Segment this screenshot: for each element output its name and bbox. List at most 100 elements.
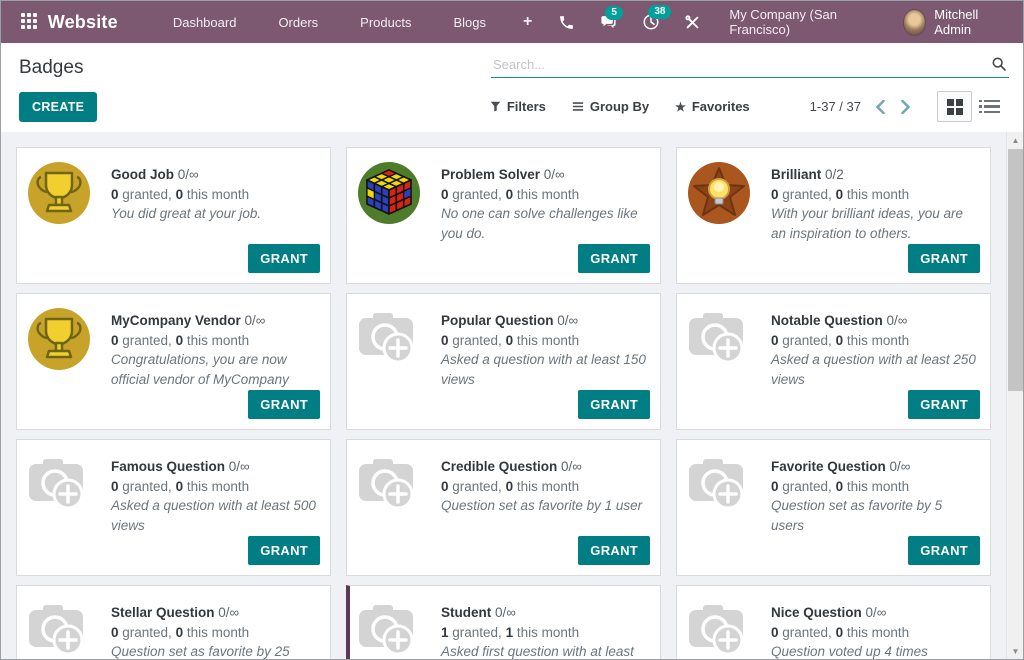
kanban-content-area: Good Job 0/∞ 0 granted, 0 this month You… bbox=[1, 132, 1023, 659]
badge-description: Asked a question with at least 500 views bbox=[111, 496, 318, 535]
badge-card[interactable]: Notable Question 0/∞ 0 granted, 0 this m… bbox=[676, 293, 991, 430]
grant-button[interactable]: GRANT bbox=[908, 536, 980, 565]
grant-button[interactable]: GRANT bbox=[578, 536, 650, 565]
image-placeholder-icon bbox=[687, 303, 771, 389]
activities-clock-icon[interactable]: 38 bbox=[632, 7, 670, 37]
list-view-button[interactable] bbox=[972, 91, 1007, 122]
badge-count: 0/∞ bbox=[890, 459, 911, 474]
pager-next-icon[interactable] bbox=[900, 100, 911, 114]
pager-previous-icon[interactable] bbox=[875, 100, 886, 114]
menu-orders[interactable]: Orders bbox=[257, 1, 339, 43]
badge-granted-stats: 0 granted, 0 this month bbox=[111, 185, 318, 205]
badge-description: Question set as favorite by 1 user bbox=[441, 496, 648, 516]
badge-title: Nice Question bbox=[771, 605, 866, 620]
badge-card[interactable]: Problem Solver 0/∞ 0 granted, 0 this mon… bbox=[346, 147, 661, 284]
filters-button[interactable]: Filters bbox=[490, 99, 546, 114]
badge-granted-stats: 0 granted, 0 this month bbox=[111, 623, 318, 643]
badge-granted-stats: 0 granted, 0 this month bbox=[771, 185, 978, 205]
badge-count: 0/∞ bbox=[561, 459, 582, 474]
badge-card[interactable]: Nice Question 0/∞ 0 granted, 0 this mont… bbox=[676, 585, 991, 659]
tools-icon[interactable] bbox=[674, 8, 711, 37]
badge-count: 0/∞ bbox=[229, 459, 250, 474]
badge-granted-stats: 0 granted, 0 this month bbox=[771, 623, 978, 643]
badge-description: Asked a question with at least 150 views bbox=[441, 350, 648, 389]
badge-title: Credible Question bbox=[441, 459, 561, 474]
badge-card[interactable]: Credible Question 0/∞ 0 granted, 0 this … bbox=[346, 439, 661, 576]
badge-title: Problem Solver bbox=[441, 167, 544, 182]
grant-button[interactable]: GRANT bbox=[248, 244, 320, 273]
create-button[interactable]: CREATE bbox=[19, 92, 97, 122]
image-placeholder-icon bbox=[27, 595, 111, 659]
app-name[interactable]: Website bbox=[48, 12, 118, 33]
badge-title-line: Credible Question 0/∞ bbox=[441, 457, 648, 477]
scrollbar-thumb[interactable] bbox=[1008, 149, 1023, 391]
badge-title: Famous Question bbox=[111, 459, 229, 474]
favorites-button[interactable]: ★ Favorites bbox=[675, 99, 750, 114]
badge-granted-stats: 1 granted, 1 this month bbox=[441, 623, 648, 643]
search-box bbox=[491, 53, 1009, 78]
grant-button[interactable]: GRANT bbox=[248, 390, 320, 419]
badge-count: 0/∞ bbox=[557, 313, 578, 328]
image-placeholder-icon bbox=[357, 595, 441, 659]
badge-title-line: Stellar Question 0/∞ bbox=[111, 603, 318, 623]
scrollbar-down-icon[interactable]: ▼ bbox=[1007, 643, 1024, 659]
grant-button[interactable]: GRANT bbox=[908, 244, 980, 273]
top-navbar: Website Dashboard Orders Products Blogs … bbox=[1, 1, 1023, 43]
badge-granted-stats: 0 granted, 0 this month bbox=[441, 477, 648, 497]
menu-dashboard[interactable]: Dashboard bbox=[152, 1, 258, 43]
badge-card[interactable]: Student 0/∞ 1 granted, 1 this month Aske… bbox=[346, 585, 661, 659]
menu-products[interactable]: Products bbox=[339, 1, 432, 43]
badge-card[interactable]: Stellar Question 0/∞ 0 granted, 0 this m… bbox=[16, 585, 331, 659]
grant-button[interactable]: GRANT bbox=[578, 244, 650, 273]
badge-title: Notable Question bbox=[771, 313, 887, 328]
badge-title: Stellar Question bbox=[111, 605, 218, 620]
group-by-button[interactable]: Group By bbox=[572, 99, 649, 114]
badge-title-line: Problem Solver 0/∞ bbox=[441, 165, 648, 185]
user-menu[interactable]: Mitchell Admin bbox=[903, 7, 1011, 37]
badge-count: 0/∞ bbox=[245, 313, 266, 328]
badge-count: 0/∞ bbox=[495, 605, 516, 620]
badge-title-line: Student 0/∞ bbox=[441, 603, 648, 623]
user-avatar bbox=[903, 9, 927, 36]
badge-description: Congratulations, you are now official ve… bbox=[111, 350, 318, 389]
badge-card[interactable]: Favorite Question 0/∞ 0 granted, 0 this … bbox=[676, 439, 991, 576]
badge-card[interactable]: Brilliant 0/2 0 granted, 0 this month Wi… bbox=[676, 147, 991, 284]
badge-title: Student bbox=[441, 605, 495, 620]
badge-title: Good Job bbox=[111, 167, 178, 182]
company-switcher[interactable]: My Company (San Francisco) bbox=[729, 7, 880, 37]
badge-card[interactable]: MyCompany Vendor 0/∞ 0 granted, 0 this m… bbox=[16, 293, 331, 430]
messages-icon[interactable]: 5 bbox=[589, 8, 628, 37]
badge-description: Asked a question with at least 250 views bbox=[771, 350, 978, 389]
apps-grid-icon[interactable] bbox=[21, 13, 38, 31]
badge-count: 0/2 bbox=[825, 167, 844, 182]
brilliant-star-icon bbox=[687, 157, 771, 243]
badge-count: 0/∞ bbox=[218, 605, 239, 620]
main-menu: Dashboard Orders Products Blogs + bbox=[152, 1, 549, 43]
image-placeholder-icon bbox=[357, 303, 441, 389]
scrollbar-up-icon[interactable]: ▲ bbox=[1007, 132, 1024, 148]
search-input[interactable] bbox=[493, 57, 991, 72]
kanban-view-button[interactable] bbox=[937, 91, 972, 122]
badge-granted-stats: 0 granted, 0 this month bbox=[441, 185, 648, 205]
filter-funnel-icon bbox=[490, 101, 501, 112]
vertical-scrollbar[interactable]: ▲ ▼ bbox=[1006, 132, 1023, 659]
phone-icon[interactable] bbox=[548, 8, 585, 37]
grant-button[interactable]: GRANT bbox=[908, 390, 980, 419]
image-placeholder-icon bbox=[687, 595, 771, 659]
badge-card[interactable]: Famous Question 0/∞ 0 granted, 0 this mo… bbox=[16, 439, 331, 576]
search-icon[interactable] bbox=[991, 56, 1007, 72]
grant-button[interactable]: GRANT bbox=[578, 390, 650, 419]
activities-count-badge: 38 bbox=[648, 5, 671, 19]
badge-granted-stats: 0 granted, 0 this month bbox=[111, 331, 318, 351]
menu-blogs[interactable]: Blogs bbox=[432, 1, 507, 43]
badge-title-line: Popular Question 0/∞ bbox=[441, 311, 648, 331]
grant-button[interactable]: GRANT bbox=[248, 536, 320, 565]
badge-granted-stats: 0 granted, 0 this month bbox=[111, 477, 318, 497]
image-placeholder-icon bbox=[27, 449, 111, 535]
badge-card[interactable]: Popular Question 0/∞ 0 granted, 0 this m… bbox=[346, 293, 661, 430]
rubiks-cube-icon bbox=[357, 157, 441, 243]
badge-description: With your brilliant ideas, you are an in… bbox=[771, 204, 978, 243]
badge-title-line: Famous Question 0/∞ bbox=[111, 457, 318, 477]
badge-card[interactable]: Good Job 0/∞ 0 granted, 0 this month You… bbox=[16, 147, 331, 284]
new-content-plus-button[interactable]: + bbox=[507, 1, 548, 43]
